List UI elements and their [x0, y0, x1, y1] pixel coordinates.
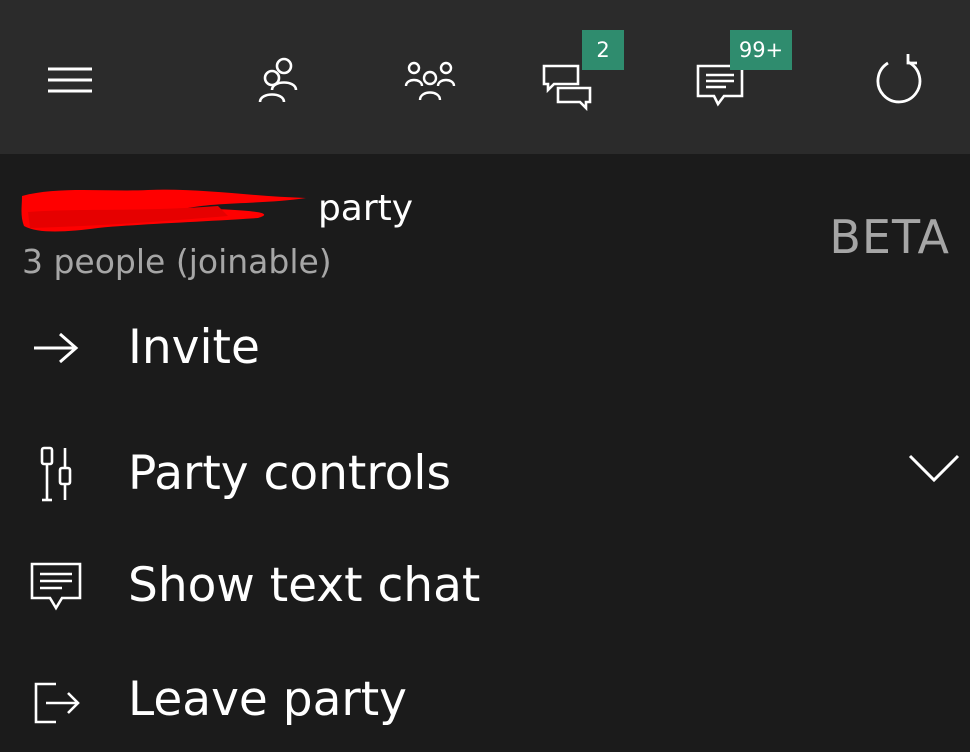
party-subtitle: 3 people (joinable) — [22, 242, 332, 281]
arrow-right-icon — [24, 316, 88, 380]
redaction-scribble — [21, 189, 306, 232]
party-controls-menu-item[interactable]: Party controls — [0, 422, 970, 522]
refresh-icon — [876, 54, 922, 104]
leave-party-label: Leave party — [128, 672, 407, 727]
hamburger-icon — [48, 67, 92, 93]
invite-label: Invite — [128, 320, 260, 375]
hamburger-menu-button[interactable] — [30, 40, 110, 120]
party-button[interactable] — [390, 40, 470, 120]
messages-badge: 2 — [582, 30, 624, 70]
refresh-button[interactable] — [860, 40, 940, 120]
party-controls-label: Party controls — [128, 446, 451, 501]
leave-icon — [24, 668, 88, 732]
notifications-badge: 99+ — [730, 30, 792, 70]
party-panel: XXXXXXXXXXXXparty 3 people (joinable) BE… — [0, 154, 970, 752]
party-title-suffix: party — [317, 188, 414, 229]
leave-party-menu-item[interactable]: Leave party — [0, 648, 970, 748]
party-icon — [404, 61, 456, 101]
friends-icon — [258, 57, 298, 103]
invite-menu-item[interactable]: Invite — [0, 296, 970, 396]
chevron-down-icon[interactable] — [906, 448, 962, 488]
show-text-chat-label: Show text chat — [128, 558, 481, 613]
friends-button[interactable] — [238, 40, 318, 120]
beta-label: BETA — [829, 210, 950, 264]
top-toolbar: 2 99+ — [0, 0, 970, 154]
show-text-chat-menu-item[interactable]: Show text chat — [0, 534, 970, 634]
party-controls-icon — [24, 442, 88, 506]
text-chat-icon — [24, 554, 88, 618]
